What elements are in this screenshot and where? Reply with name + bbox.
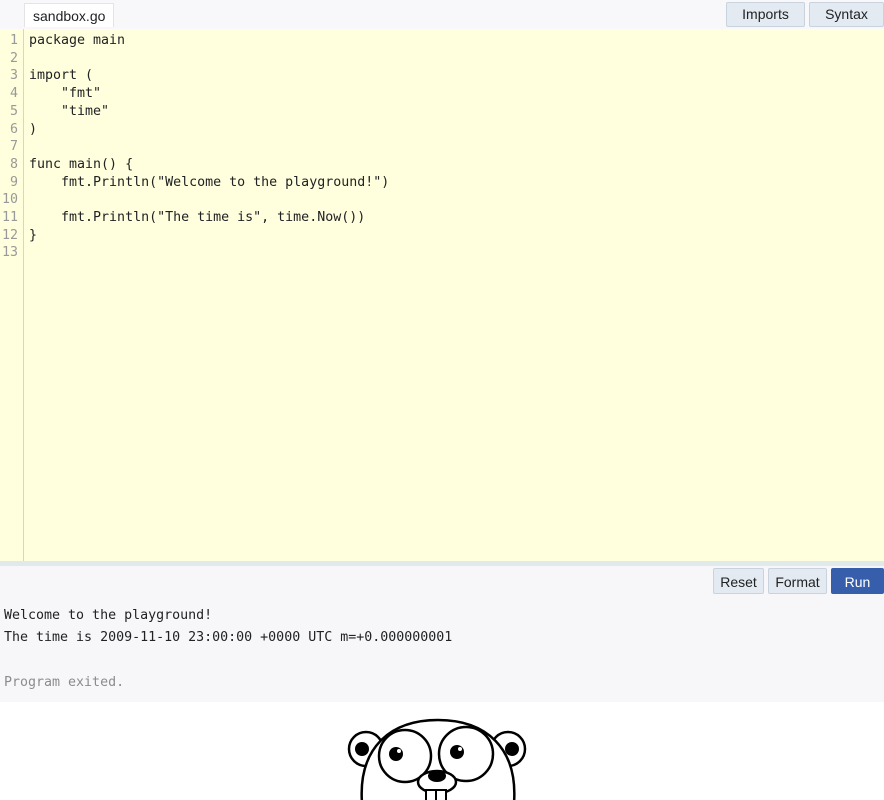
output-panel: Reset Format Run Welcome to the playgrou… — [0, 566, 884, 702]
exit-message: Program exited. — [4, 675, 125, 690]
line-number: 10 — [1, 192, 18, 208]
line-number: 12 — [1, 227, 18, 243]
code-line[interactable]: fmt.Println("The time is", time.Now()) — [29, 209, 365, 227]
reset-button[interactable]: Reset — [713, 568, 764, 594]
code-line[interactable]: package main — [29, 32, 125, 50]
output-line: The time is 2009-11-10 23:00:00 +0000 UT… — [4, 630, 453, 645]
line-number: 4 — [9, 86, 18, 102]
line-number: 3 — [9, 68, 18, 84]
line-number-gutter: 1 2 3 4 5 6 7 8 9 10 11 12 13 — [0, 29, 24, 561]
line-number: 6 — [9, 121, 18, 137]
syntax-toggle-button[interactable]: Syntax off — [809, 2, 884, 45]
line-number: 9 — [9, 174, 18, 190]
code-line[interactable]: fmt.Println("Welcome to the playground!"… — [29, 174, 389, 192]
code-line[interactable]: } — [29, 227, 37, 245]
line-number: 1 — [9, 33, 18, 48]
line-number: 11 — [1, 210, 18, 225]
playground-app: sandbox.go Imports off Syntax off 1 2 3 … — [0, 0, 884, 800]
output-line: Welcome to the playground! — [4, 608, 213, 623]
code-line[interactable]: "fmt" — [29, 85, 101, 103]
line-number: 5 — [9, 103, 18, 119]
format-button[interactable]: Format — [768, 568, 827, 594]
line-number: 8 — [9, 156, 18, 172]
top-bar: sandbox.go Imports off Syntax off — [0, 0, 884, 45]
file-tab[interactable]: sandbox.go — [24, 3, 115, 27]
gopher-mascot-icon — [340, 708, 540, 800]
line-number: 2 — [9, 50, 18, 66]
run-button[interactable]: Run — [831, 568, 884, 594]
imports-toggle-button[interactable]: Imports off — [726, 2, 805, 45]
line-number: 7 — [9, 139, 18, 155]
code-editor[interactable]: 1 2 3 4 5 6 7 8 9 10 11 12 13 package ma… — [0, 29, 884, 561]
line-number: 13 — [1, 245, 18, 261]
code-line[interactable]: ) — [29, 121, 37, 139]
code-line[interactable]: func main() { — [29, 156, 133, 174]
code-line[interactable]: "time" — [29, 103, 109, 121]
code-line[interactable]: import ( — [29, 67, 93, 85]
